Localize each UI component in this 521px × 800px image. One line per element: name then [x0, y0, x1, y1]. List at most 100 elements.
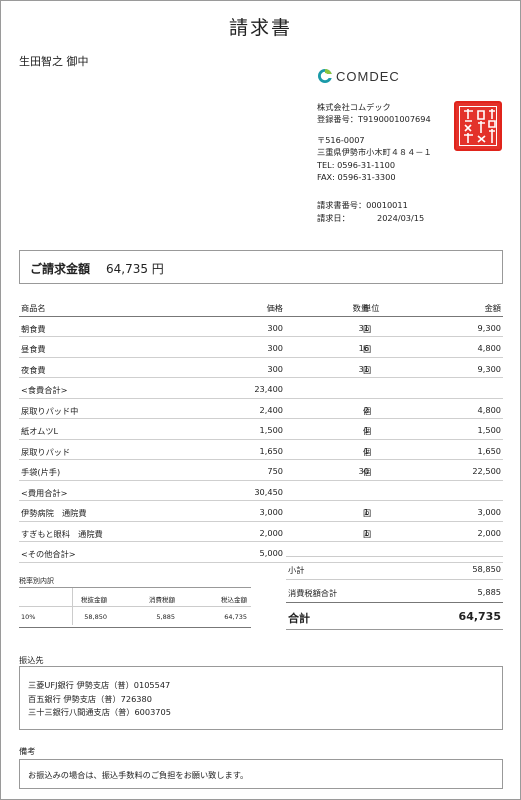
note-section-label: 備考 — [19, 746, 36, 756]
bank-line: 三菱UFJ銀行 伊勢支店（普）0105547 — [28, 680, 171, 690]
registration-number: 登録番号：T9190001007694 — [317, 114, 431, 125]
invoice-total-value: 64,735 円 — [106, 262, 164, 276]
item-price: 1,500 — [259, 425, 283, 435]
item-name: <食費合計> — [21, 385, 68, 395]
bank-line: 百五銀行 伊勢支店（普）726380 — [28, 693, 152, 704]
item-price: 2,000 — [259, 527, 283, 538]
item-unit: 回 — [363, 528, 372, 539]
item-name: 紙オムツL — [21, 426, 59, 436]
tax-excl: 58,850 — [84, 613, 107, 621]
note-text: お振込みの場合は、振込手数料のご負担をお願い致します。 — [28, 770, 249, 780]
document-title: 請求書 — [228, 17, 292, 39]
seal-glyphs-icon — [464, 109, 496, 143]
grand-total-value: 64,735 — [458, 610, 501, 623]
header-price: 価格 — [266, 303, 283, 313]
tax-amount: 5,885 — [156, 613, 175, 621]
item-price: 5,000 — [259, 548, 283, 558]
item-unit: 回 — [363, 508, 372, 518]
table-header: 商品名 価格 数量 単位 金額 — [19, 296, 503, 317]
item-amount: 4,800 — [477, 404, 501, 415]
header-name: 商品名 — [21, 303, 46, 313]
item-price: 23,400 — [254, 384, 283, 394]
tax-rate: 10% — [21, 613, 36, 621]
grand-total-row: 合計 64,735 — [286, 602, 503, 630]
item-price: 300 — [267, 322, 283, 333]
table-row: 昼食費 300 16 回 4,800 — [19, 337, 503, 358]
summary-table: 小計 58,850 消費税額合計 5,885 合計 64,735 — [286, 556, 503, 630]
item-name: 尿取りパッド中 — [21, 405, 79, 416]
item-price: 300 — [267, 343, 283, 353]
table-row: 尿取りパッド 1,650 1 個 1,650 — [19, 440, 503, 460]
item-amount: 1,500 — [477, 425, 501, 435]
company-tel: TEL: 0596-31-1100 — [317, 159, 396, 170]
item-unit: 個 — [363, 426, 372, 436]
item-name: <その他合計> — [21, 549, 76, 559]
tax-total-row: 消費税額合計 5,885 — [286, 579, 503, 602]
table-row: 手袋(片手) 750 30 個 22,500 — [19, 460, 503, 481]
item-price: 1,650 — [259, 445, 283, 456]
invoice-total-box: ご請求金額 64,735 円 — [19, 250, 503, 284]
company-info: 株式会社コムデック 登録番号：T9190001007694 〒516-0007 … — [317, 101, 432, 224]
item-price: 2,400 — [259, 404, 283, 415]
item-name: <費用合計> — [21, 487, 68, 498]
item-amount: 22,500 — [472, 466, 501, 476]
table-row: 夜食費 300 31 回 9,300 — [19, 358, 503, 378]
item-price: 300 — [267, 363, 283, 374]
item-name: 伊勢病院 通院費 — [21, 508, 87, 518]
comdec-logo-icon — [318, 69, 333, 83]
item-name: 手袋(片手) — [21, 467, 61, 477]
company-seal-stamp — [454, 101, 502, 151]
item-unit: 個 — [363, 446, 372, 457]
company-address: 三重県伊勢市小木町４８４－１ — [317, 147, 432, 158]
company-name: 株式会社コムデック — [317, 102, 391, 112]
table-row: <費用合計> 30,450 — [19, 481, 503, 501]
item-price: 30,450 — [254, 486, 283, 497]
item-price: 750 — [267, 466, 283, 476]
item-amount: 3,000 — [477, 507, 501, 517]
item-amount: 2,000 — [477, 527, 501, 538]
invoice-date: 請求日： 2024/03/15 — [317, 212, 432, 224]
tax-header-excl: 税抜金額 — [81, 596, 107, 604]
subtotal-value: 58,850 — [472, 564, 501, 574]
table-row: 伊勢病院 通院費 3,000 1 回 3,000 — [19, 501, 503, 522]
subtotal-label: 小計 — [288, 565, 305, 575]
bank-lines: 三菱UFJ銀行 伊勢支店（普）0105547 百五銀行 伊勢支店（普）72638… — [28, 679, 171, 720]
tax-header-row: 税抜金額 消費税額 税込金額 — [19, 587, 251, 607]
tax-data-row: 10% 58,850 5,885 64,735 — [19, 607, 251, 628]
item-name: 昼食費 — [21, 344, 46, 354]
tax-incl: 64,735 — [224, 613, 247, 621]
bank-section-label: 振込先 — [19, 655, 44, 665]
item-unit: 個 — [363, 405, 372, 416]
tax-total-label: 消費税額合計 — [288, 588, 338, 598]
item-amount: 9,300 — [477, 363, 501, 374]
item-unit: 回 — [363, 364, 372, 375]
table-row: 尿取りパッド中 2,400 2 個 4,800 — [19, 399, 503, 419]
invoice-page: 請求書 生田智之 御中 COMDEC 株式会社コムデック 登録番号：T91900… — [0, 0, 521, 800]
header-amount: 金額 — [484, 303, 501, 313]
tax-header-incl: 税込金額 — [221, 596, 247, 604]
bank-box: 三菱UFJ銀行 伊勢支店（普）0105547 百五銀行 伊勢支店（普）72638… — [19, 666, 503, 730]
company-logo: COMDEC — [317, 67, 400, 85]
invoice-total-label: ご請求金額 — [30, 262, 91, 276]
invoice-date-value: 2024/03/15 — [376, 212, 425, 223]
addressee: 生田智之 御中 — [19, 55, 89, 68]
item-amount: 9,300 — [477, 322, 501, 333]
item-name: 夜食費 — [21, 364, 46, 375]
company-fax: FAX: 0596-31-3300 — [317, 172, 396, 183]
item-name: 尿取りパッド — [21, 446, 71, 457]
item-name: 朝食費 — [21, 323, 46, 334]
item-unit: 回 — [363, 323, 372, 334]
table-row: 紙オムツL 1,500 1 個 1,500 — [19, 419, 503, 440]
invoice-number: 請求書番号：00010011 — [317, 200, 408, 211]
item-unit: 回 — [363, 344, 372, 354]
item-amount: 1,650 — [477, 445, 501, 456]
table-row: 朝食費 300 31 回 9,300 — [19, 317, 503, 337]
header-unit: 単位 — [363, 303, 380, 313]
logo-text: COMDEC — [336, 68, 400, 84]
item-amount: 4,800 — [477, 343, 501, 353]
note-box: お振込みの場合は、振込手数料のご負担をお願い致します。 — [19, 759, 503, 789]
tax-header-tax: 消費税額 — [149, 596, 175, 604]
item-unit: 個 — [363, 467, 372, 477]
table-row: すぎもと眼科 通院費 2,000 1 回 2,000 — [19, 522, 503, 542]
tax-breakdown-title: 税率別内訳 — [19, 577, 54, 585]
